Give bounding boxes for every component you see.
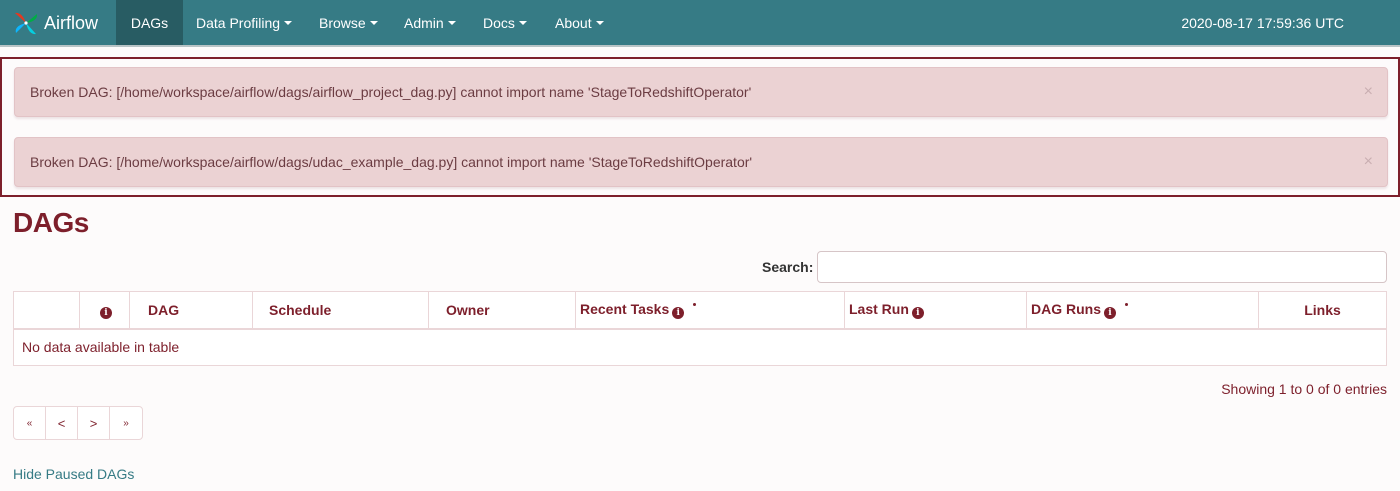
nav-data-profiling-label: Data Profiling <box>196 14 281 31</box>
close-icon[interactable]: × <box>1364 153 1373 171</box>
first-page-button[interactable]: « <box>14 407 46 439</box>
previous-page-button[interactable]: < <box>46 407 78 439</box>
chevron-down-icon <box>284 20 293 25</box>
header-info: i <box>79 291 130 330</box>
alert-message: Broken DAG: [/home/workspace/airflow/dag… <box>30 154 753 170</box>
page-title: DAGs <box>13 207 89 238</box>
info-icon: i <box>100 306 112 319</box>
nav-about[interactable]: About <box>555 0 604 45</box>
nav-dags-label: DAGs <box>130 14 169 31</box>
table-header-row: i DAG Schedule Owner Recent Tasks i Last … <box>13 291 1387 330</box>
alert-message: Broken DAG: [/home/workspace/airflow/dag… <box>30 84 752 100</box>
nav-admin[interactable]: Admin <box>404 0 456 45</box>
hide-paused-dags-link[interactable]: Hide Paused DAGs <box>13 466 134 482</box>
info-icon: i <box>672 306 685 319</box>
nav-data-profiling[interactable]: Data Profiling <box>196 0 293 45</box>
broken-dag-alert: Broken DAG: [/home/workspace/airflow/dag… <box>14 67 1388 117</box>
nav-dags[interactable]: DAGs <box>116 0 183 45</box>
nav-docs[interactable]: Docs <box>483 0 527 45</box>
info-icon: i <box>1104 306 1116 319</box>
pagination: « < > » <box>13 406 143 440</box>
table-row: No data available in table <box>13 328 1387 366</box>
broken-dag-alert: Broken DAG: [/home/workspace/airflow/dag… <box>14 137 1388 187</box>
chevron-down-icon <box>447 20 456 25</box>
top-navbar: Airflow DAGs Data Profiling Browse Admin… <box>0 0 1400 47</box>
header-recent-tasks: Recent Tasks i <box>575 291 845 330</box>
chevron-down-icon <box>595 20 604 25</box>
header-links: Links <box>1258 291 1387 330</box>
header-schedule[interactable]: Schedule <box>252 291 429 330</box>
loading-dot <box>693 302 697 306</box>
header-toggle <box>13 291 80 330</box>
nav-browse-label: Browse <box>319 14 366 31</box>
entries-info: Showing 1 to 0 of 0 entries <box>1221 381 1387 397</box>
utc-clock: 2020-08-17 17:59:36 UTC <box>1181 14 1344 31</box>
last-page-button[interactable]: » <box>110 407 142 439</box>
brand-name: Airflow <box>44 12 99 33</box>
header-owner[interactable]: Owner <box>428 291 576 330</box>
loading-dot <box>1125 302 1128 306</box>
info-icon: i <box>911 306 924 319</box>
next-page-button[interactable]: > <box>78 407 110 439</box>
airflow-pinwheel-icon <box>15 12 38 35</box>
close-icon[interactable]: × <box>1364 83 1373 101</box>
header-dag[interactable]: DAG <box>129 291 253 330</box>
nav-admin-label: Admin <box>404 14 444 31</box>
chevron-down-icon <box>518 20 527 25</box>
chevron-down-icon <box>369 20 378 25</box>
header-dag-runs: DAG Runs i <box>1026 291 1259 330</box>
nav-browse[interactable]: Browse <box>319 0 378 45</box>
dags-table: i DAG Schedule Owner Recent Tasks i Last … <box>13 291 1387 366</box>
broken-dag-alerts: Broken DAG: [/home/workspace/airflow/dag… <box>0 57 1400 197</box>
header-last-run: Last Run i <box>844 291 1027 330</box>
nav-docs-label: Docs <box>483 14 515 31</box>
search-label: Search: <box>762 259 814 275</box>
brand-link[interactable]: Airflow <box>12 6 98 40</box>
search-input[interactable] <box>817 251 1387 283</box>
nav-about-label: About <box>555 14 592 31</box>
empty-table-message: No data available in table <box>13 328 1387 366</box>
